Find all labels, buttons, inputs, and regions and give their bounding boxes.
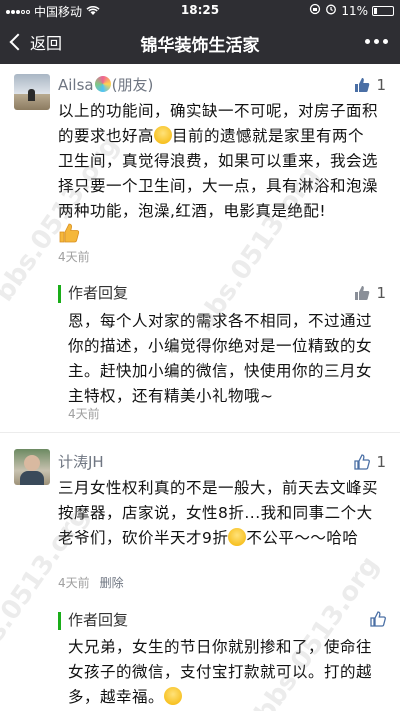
reply-time: 4天前 [68, 407, 100, 421]
like-count: 1 [376, 284, 386, 302]
crying-laughing-emoji-icon [228, 528, 247, 546]
avatar[interactable] [14, 449, 50, 485]
battery-percent: 11% [341, 3, 368, 18]
divider [0, 432, 400, 433]
comment-time: 4天前 [58, 250, 90, 264]
like-button[interactable]: 1 [354, 453, 386, 471]
reply-indicator [58, 285, 61, 303]
comment-text: 三月女性权利真的不是一般大，前天去文峰买按摩器，店家说，女性8折...我和同事二… [58, 479, 379, 547]
comment-time: 4天前 删除 [58, 574, 124, 591]
thumbs-up-emoji-icon [58, 222, 80, 244]
comments-list: Ailsa (朋友) 1 以上的功能间，确实缺一不可呢，对房子面积的要求也好高 目前… [0, 64, 400, 711]
comment-author: 计涛JH [58, 453, 104, 471]
thinking-emoji-icon [164, 687, 183, 705]
reply-title: 作者回复 [68, 611, 129, 629]
reply-title: 作者回复 [68, 284, 129, 302]
comment-author: Ailsa (朋友) [58, 76, 154, 94]
lollipop-icon [94, 76, 111, 92]
reply-indicator [58, 612, 61, 630]
reply-text: 大兄弟，女生的节日你就别掺和了，使命往女孩子的微信，支付宝打款就可以。打的越多，… [68, 638, 373, 706]
avatar[interactable] [14, 74, 50, 110]
alarm-icon [325, 3, 337, 18]
reply-text: 恩，每个人对家的需求各不相同，不过通过你的描述，小编觉得你绝对是一位精致的女主。… [68, 312, 373, 405]
delete-button[interactable]: 删除 [100, 574, 124, 591]
thumbs-up-icon [354, 454, 371, 470]
thumbs-up-icon [354, 285, 370, 301]
like-button[interactable]: 1 [354, 76, 386, 94]
reply-like-button[interactable] [370, 611, 386, 627]
thumbs-up-icon [354, 77, 370, 93]
nav-bar: 返回 锦华装饰生活家 [0, 20, 400, 64]
page-title: 锦华装饰生活家 [140, 36, 260, 56]
status-bar: 中国移动 18:25 11% [0, 0, 400, 20]
like-count: 1 [376, 76, 386, 94]
more-menu-icon[interactable] [365, 39, 388, 44]
status-right: 11% [309, 3, 394, 18]
comment-text: 以上的功能间，确实缺一不可呢，对房子面积的要求也好高 目前的遗憾就是家里有两个卫生… [58, 102, 379, 220]
rotation-lock-icon [309, 3, 321, 18]
like-count: 1 [376, 453, 386, 471]
reply-like-button[interactable]: 1 [354, 284, 386, 302]
battery-icon [372, 5, 394, 16]
thumbs-up-icon [370, 611, 386, 627]
grin-emoji-icon [154, 126, 173, 144]
